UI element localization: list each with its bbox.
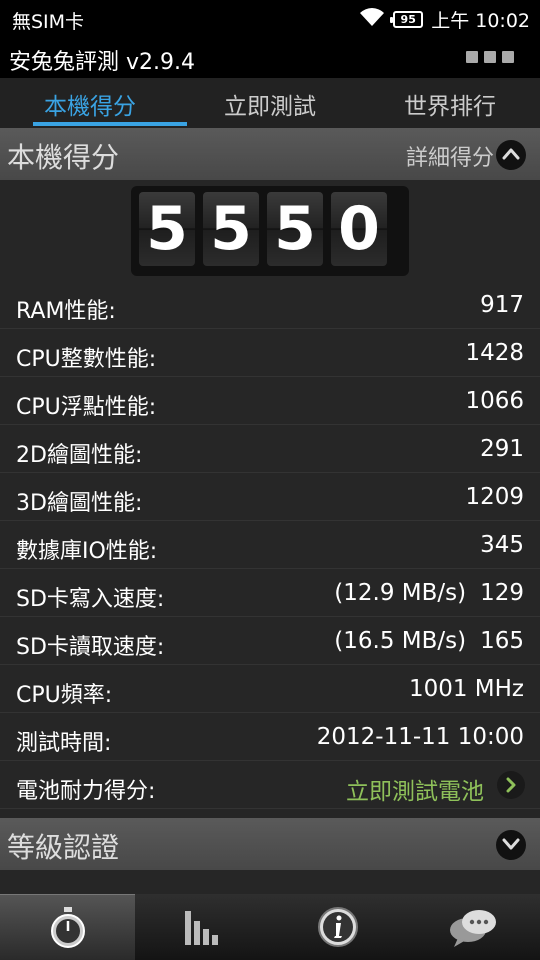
row-label: SD卡寫入速度: [16, 587, 165, 612]
score-tab-button[interactable] [0, 894, 135, 960]
row-value: 2012-11-11 10:00 [316, 724, 524, 750]
row-value: 291 [480, 436, 524, 462]
row-speed: (12.9 MB/s) [334, 580, 467, 606]
chevron-down-icon[interactable] [496, 830, 526, 860]
wifi-icon [359, 7, 385, 31]
row-value: 1209 [465, 484, 524, 510]
row-sd-write: SD卡寫入速度: (12.9 MB/s) 129 [0, 569, 540, 617]
row-label: RAM性能: [16, 299, 116, 324]
row-battery-score[interactable]: 電池耐力得分: 立即測試電池 [0, 761, 540, 809]
menu-dot [484, 51, 496, 63]
test-battery-link[interactable]: 立即測試電池 [346, 772, 484, 806]
row-cpu-frequency: CPU頻率: 1001 MHz [0, 665, 540, 713]
app-title-bar: 安兔兔評測 v2.9.4 [0, 38, 540, 78]
row-label: 數據庫IO性能: [16, 539, 158, 564]
battery-icon: 95 [390, 10, 424, 28]
ranking-tab-button[interactable] [135, 894, 270, 960]
score-section-header[interactable]: 本機得分 詳細得分 [0, 128, 540, 180]
row-label: SD卡讀取速度: [16, 635, 165, 660]
row-value: 917 [480, 292, 524, 318]
section-title: 等級認證 [7, 831, 120, 864]
score-digit: 5 [203, 192, 259, 266]
row-label: 電池耐力得分: [16, 779, 156, 804]
row-label: CPU整數性能: [16, 347, 157, 372]
row-value: 1001 MHz [408, 676, 524, 702]
row-value: 345 [480, 532, 524, 558]
tab-test-now[interactable]: 立即測試 [180, 78, 360, 128]
detail-score-link[interactable]: 詳細得分 [406, 140, 494, 172]
row-value: 1066 [465, 388, 524, 414]
chevron-right-icon[interactable] [497, 771, 525, 799]
row-label: CPU浮點性能: [16, 395, 157, 420]
tab-bar: 本機得分 立即測試 世界排行 [0, 78, 540, 128]
menu-dot [466, 51, 478, 63]
score-details-list: RAM性能: 917 CPU整數性能: 1428 CPU浮點性能: 1066 2… [0, 281, 540, 809]
status-bar: 無SIM卡 95 上午 10:02 [0, 0, 540, 38]
score-counter: 5 5 5 0 [131, 186, 409, 276]
row-value: 165 [480, 628, 524, 654]
tab-my-score[interactable]: 本機得分 [0, 78, 187, 128]
row-sd-read: SD卡讀取速度: (16.5 MB/s) 165 [0, 617, 540, 665]
feedback-tab-button[interactable] [405, 894, 540, 960]
bottom-toolbar [0, 894, 540, 960]
row-value-group: (16.5 MB/s) 165 [334, 628, 524, 654]
tab-world-ranking[interactable]: 世界排行 [360, 78, 540, 128]
row-speed: (16.5 MB/s) [334, 628, 467, 654]
info-tab-button[interactable] [270, 894, 405, 960]
app-title: 安兔兔評測 v2.9.4 [9, 50, 195, 75]
row-label: 測試時間: [16, 731, 112, 756]
row-2d-graphics: 2D繪圖性能: 291 [0, 425, 540, 473]
overflow-menu-button[interactable] [466, 51, 514, 63]
row-test-time: 測試時間: 2012-11-11 10:00 [0, 713, 540, 761]
section-title: 本機得分 [7, 141, 120, 174]
score-digit: 5 [267, 192, 323, 266]
row-value-group: (12.9 MB/s) 129 [334, 580, 524, 606]
main-content: 本機得分 詳細得分 5 5 5 0 RAM性能: 917 CPU整數性能: 14… [0, 128, 540, 894]
row-value: 1428 [465, 340, 524, 366]
score-digit: 5 [139, 192, 195, 266]
menu-dot [502, 51, 514, 63]
row-cpu-integer: CPU整數性能: 1428 [0, 329, 540, 377]
score-digit: 0 [331, 192, 387, 266]
row-3d-graphics: 3D繪圖性能: 1209 [0, 473, 540, 521]
carrier-label: 無SIM卡 [12, 11, 85, 33]
row-label: 3D繪圖性能: [16, 491, 143, 516]
row-database-io: 數據庫IO性能: 345 [0, 521, 540, 569]
chevron-up-icon[interactable] [496, 140, 526, 170]
clock: 上午 10:02 [431, 9, 530, 32]
row-value: 129 [480, 580, 524, 606]
row-label: 2D繪圖性能: [16, 443, 143, 468]
grade-section-header[interactable]: 等級認證 [0, 818, 540, 870]
row-label: CPU頻率: [16, 683, 113, 708]
row-cpu-float: CPU浮點性能: 1066 [0, 377, 540, 425]
row-ram: RAM性能: 917 [0, 281, 540, 329]
